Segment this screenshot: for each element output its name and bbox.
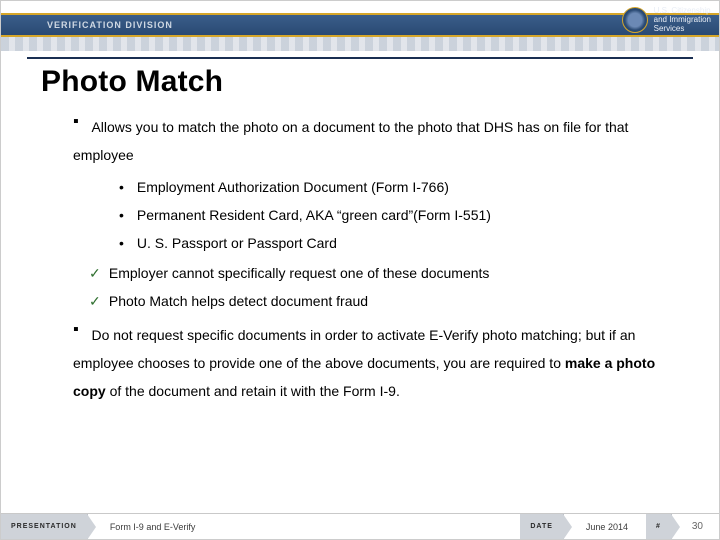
content-area: Photo Match ▪ Allows you to match the ph…: [41, 65, 689, 503]
footer-tab-number: #: [646, 514, 672, 539]
sub-bullet-item: • Permanent Resident Card, AKA “green ca…: [119, 201, 689, 229]
sub-bullet-text: Employment Authorization Document (Form …: [137, 179, 449, 195]
bullet-item: ▪ Do not request specific documents in o…: [73, 321, 689, 405]
dot-bullet-icon: •: [119, 173, 133, 201]
check-icon: ✓: [89, 287, 105, 315]
header-bar: VERIFICATION DIVISION: [1, 13, 719, 37]
check-item: ✓ Photo Match helps detect document frau…: [89, 287, 689, 315]
footer-presentation-value: Form I-9 and E-Verify: [88, 514, 214, 539]
footer-date-value: June 2014: [564, 514, 646, 539]
bullet-list: ▪ Allows you to match the photo on a doc…: [41, 113, 689, 405]
footer-tab-presentation: PRESENTATION: [1, 514, 88, 539]
square-bullet-icon: ▪: [73, 113, 87, 131]
sub-bullet-text: U. S. Passport or Passport Card: [137, 235, 337, 251]
check-icon: ✓: [89, 259, 105, 287]
sub-bullet-item: • Employment Authorization Document (For…: [119, 173, 689, 201]
header-rule: [27, 57, 693, 59]
bullet-text: Allows you to match the photo on a docum…: [73, 119, 628, 163]
division-label: VERIFICATION DIVISION: [47, 20, 173, 30]
sub-bullet-list: • Employment Authorization Document (For…: [73, 173, 689, 257]
dot-bullet-icon: •: [119, 229, 133, 257]
slide-footer: PRESENTATION Form I-9 and E-Verify DATE …: [1, 513, 719, 539]
slide-header: VERIFICATION DIVISION U.S. Citizenship a…: [1, 1, 719, 55]
check-item: ✓ Employer cannot specifically request o…: [89, 259, 689, 287]
dhs-seal-icon: [622, 7, 648, 33]
bullet-text: Do not request specific documents in ord…: [73, 327, 655, 399]
slide-title: Photo Match: [41, 65, 689, 99]
bullet-item: ▪ Allows you to match the photo on a doc…: [73, 113, 689, 315]
slide: VERIFICATION DIVISION U.S. Citizenship a…: [0, 0, 720, 540]
dot-bullet-icon: •: [119, 201, 133, 229]
square-bullet-icon: ▪: [73, 321, 87, 339]
footer-spacer: [213, 514, 520, 539]
footer-tab-date: DATE: [520, 514, 564, 539]
sub-bullet-item: • U. S. Passport or Passport Card: [119, 229, 689, 257]
agency-block: U.S. Citizenship and Immigration Service…: [622, 7, 711, 33]
agency-name: U.S. Citizenship and Immigration Service…: [654, 7, 711, 33]
check-text: Employer cannot specifically request one…: [109, 265, 490, 281]
sub-bullet-text: Permanent Resident Card, AKA “green card…: [137, 207, 491, 223]
check-list: ✓ Employer cannot specifically request o…: [73, 259, 689, 315]
check-text: Photo Match helps detect document fraud: [109, 293, 368, 309]
